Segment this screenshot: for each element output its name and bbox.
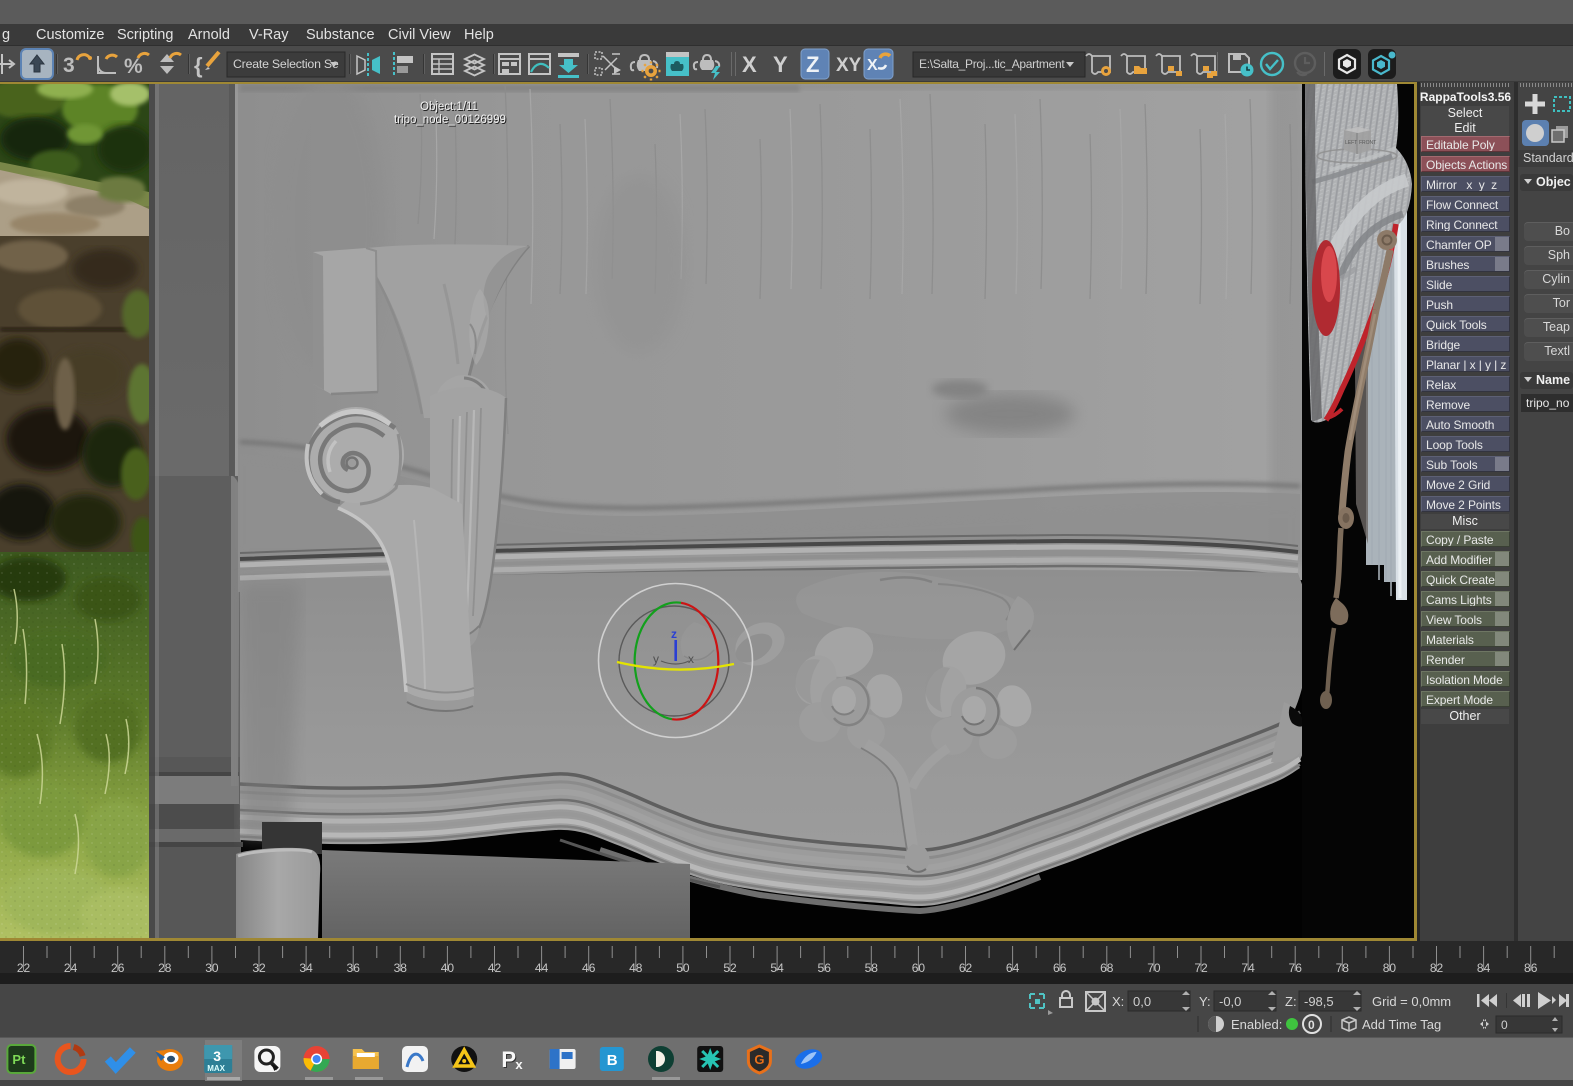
svg-text:P: P: [501, 1047, 516, 1072]
svg-text:70: 70: [1147, 961, 1161, 973]
svg-text:38: 38: [394, 961, 408, 973]
svg-text:50: 50: [676, 961, 690, 973]
svg-text:Create Selection Se: Create Selection Se: [233, 57, 339, 71]
svg-text:Z:: Z:: [1285, 994, 1297, 1009]
svg-text:66: 66: [1053, 961, 1067, 973]
svg-text:56: 56: [818, 961, 832, 973]
svg-text:24: 24: [64, 961, 78, 973]
svg-text:E:\Salta_Proj...tic_Apartment: E:\Salta_Proj...tic_Apartment: [919, 57, 1065, 71]
svg-text:Add Time Tag: Add Time Tag: [1362, 1017, 1441, 1032]
svg-text:x: x: [515, 1057, 523, 1072]
svg-text:XY: XY: [836, 55, 862, 76]
svg-text:86: 86: [1524, 961, 1538, 973]
svg-text:%: %: [124, 55, 143, 78]
svg-text:58: 58: [865, 961, 879, 973]
svg-text:42: 42: [488, 961, 502, 973]
svg-text:Object:1/11: Object:1/11: [420, 101, 478, 113]
svg-text:3: 3: [63, 54, 75, 77]
svg-text:Pt: Pt: [12, 1052, 26, 1067]
svg-text:B: B: [607, 1052, 618, 1069]
svg-text:22: 22: [17, 961, 31, 973]
svg-text:34: 34: [299, 961, 313, 973]
svg-text:Y:: Y:: [1199, 994, 1211, 1009]
svg-text:y: y: [653, 652, 659, 666]
svg-text:3: 3: [213, 1048, 221, 1064]
svg-text:0,0: 0,0: [1133, 994, 1151, 1009]
svg-text:30: 30: [205, 961, 219, 973]
svg-text:68: 68: [1100, 961, 1114, 973]
svg-text:X:: X:: [1112, 994, 1124, 1009]
svg-text:72: 72: [1194, 961, 1208, 973]
svg-text:48: 48: [629, 961, 643, 973]
svg-text:64: 64: [1006, 961, 1020, 973]
svg-text:46: 46: [582, 961, 596, 973]
svg-text:Z: Z: [806, 52, 819, 77]
svg-text:74: 74: [1241, 961, 1255, 973]
svg-text:36: 36: [347, 961, 361, 973]
svg-text:tripo_node_00126999: tripo_node_00126999: [394, 114, 506, 126]
svg-text:76: 76: [1289, 961, 1303, 973]
svg-text:Y: Y: [773, 52, 788, 77]
svg-text:40: 40: [441, 961, 455, 973]
svg-text:82: 82: [1430, 961, 1444, 973]
svg-text:0: 0: [1308, 1018, 1315, 1032]
svg-text:{: {: [194, 53, 203, 78]
svg-text:60: 60: [912, 961, 926, 973]
svg-text:Grid = 0,0mm: Grid = 0,0mm: [1372, 994, 1451, 1009]
svg-text:80: 80: [1383, 961, 1397, 973]
svg-text:52: 52: [723, 961, 737, 973]
svg-text:44: 44: [535, 961, 549, 973]
svg-text:FRONT: FRONT: [1359, 140, 1376, 146]
svg-text:LEFT: LEFT: [1345, 140, 1357, 146]
svg-text:Enabled:: Enabled:: [1231, 1017, 1282, 1032]
svg-text:MAX: MAX: [207, 1064, 225, 1073]
svg-text:26: 26: [111, 961, 125, 973]
svg-text:-98,5: -98,5: [1304, 994, 1334, 1009]
svg-text:0: 0: [1501, 1018, 1508, 1032]
svg-text:78: 78: [1336, 961, 1350, 973]
svg-text:62: 62: [959, 961, 973, 973]
svg-text:G: G: [754, 1052, 764, 1067]
svg-text:z: z: [671, 627, 677, 641]
svg-text:X: X: [742, 52, 757, 77]
svg-text:28: 28: [158, 961, 172, 973]
svg-text:-0,0: -0,0: [1219, 994, 1241, 1009]
svg-text:x: x: [688, 652, 694, 666]
svg-text:X: X: [867, 57, 878, 74]
svg-text:54: 54: [770, 961, 784, 973]
svg-text:32: 32: [252, 961, 266, 973]
svg-text:84: 84: [1477, 961, 1491, 973]
